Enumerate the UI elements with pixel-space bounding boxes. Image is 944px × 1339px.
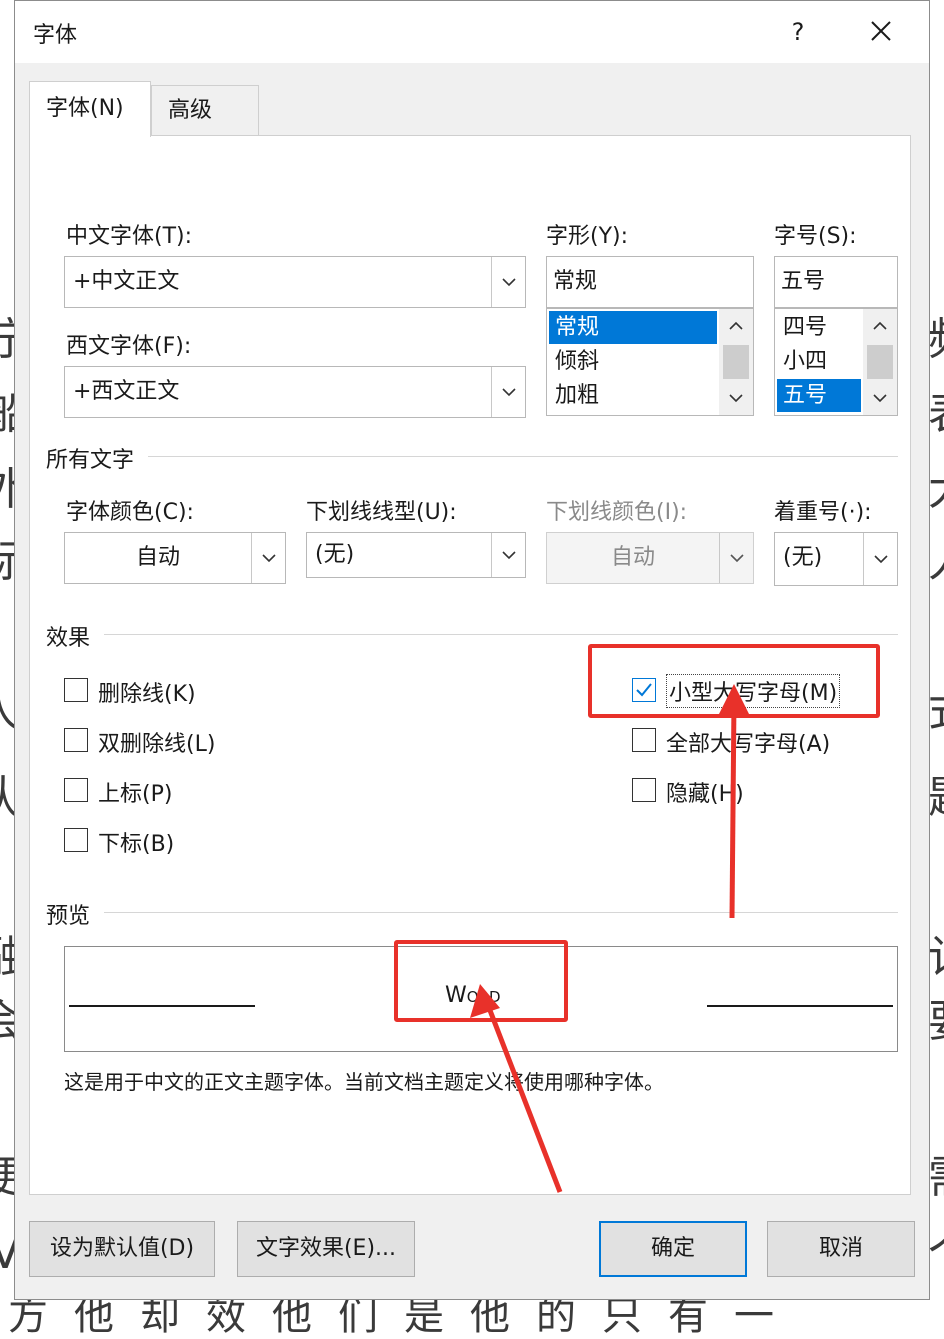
annotation-arrows [470,684,750,1193]
arrow-icon [718,684,750,919]
arrow-icon [470,984,563,1193]
tab-font[interactable]: 字体(N) [29,81,151,137]
